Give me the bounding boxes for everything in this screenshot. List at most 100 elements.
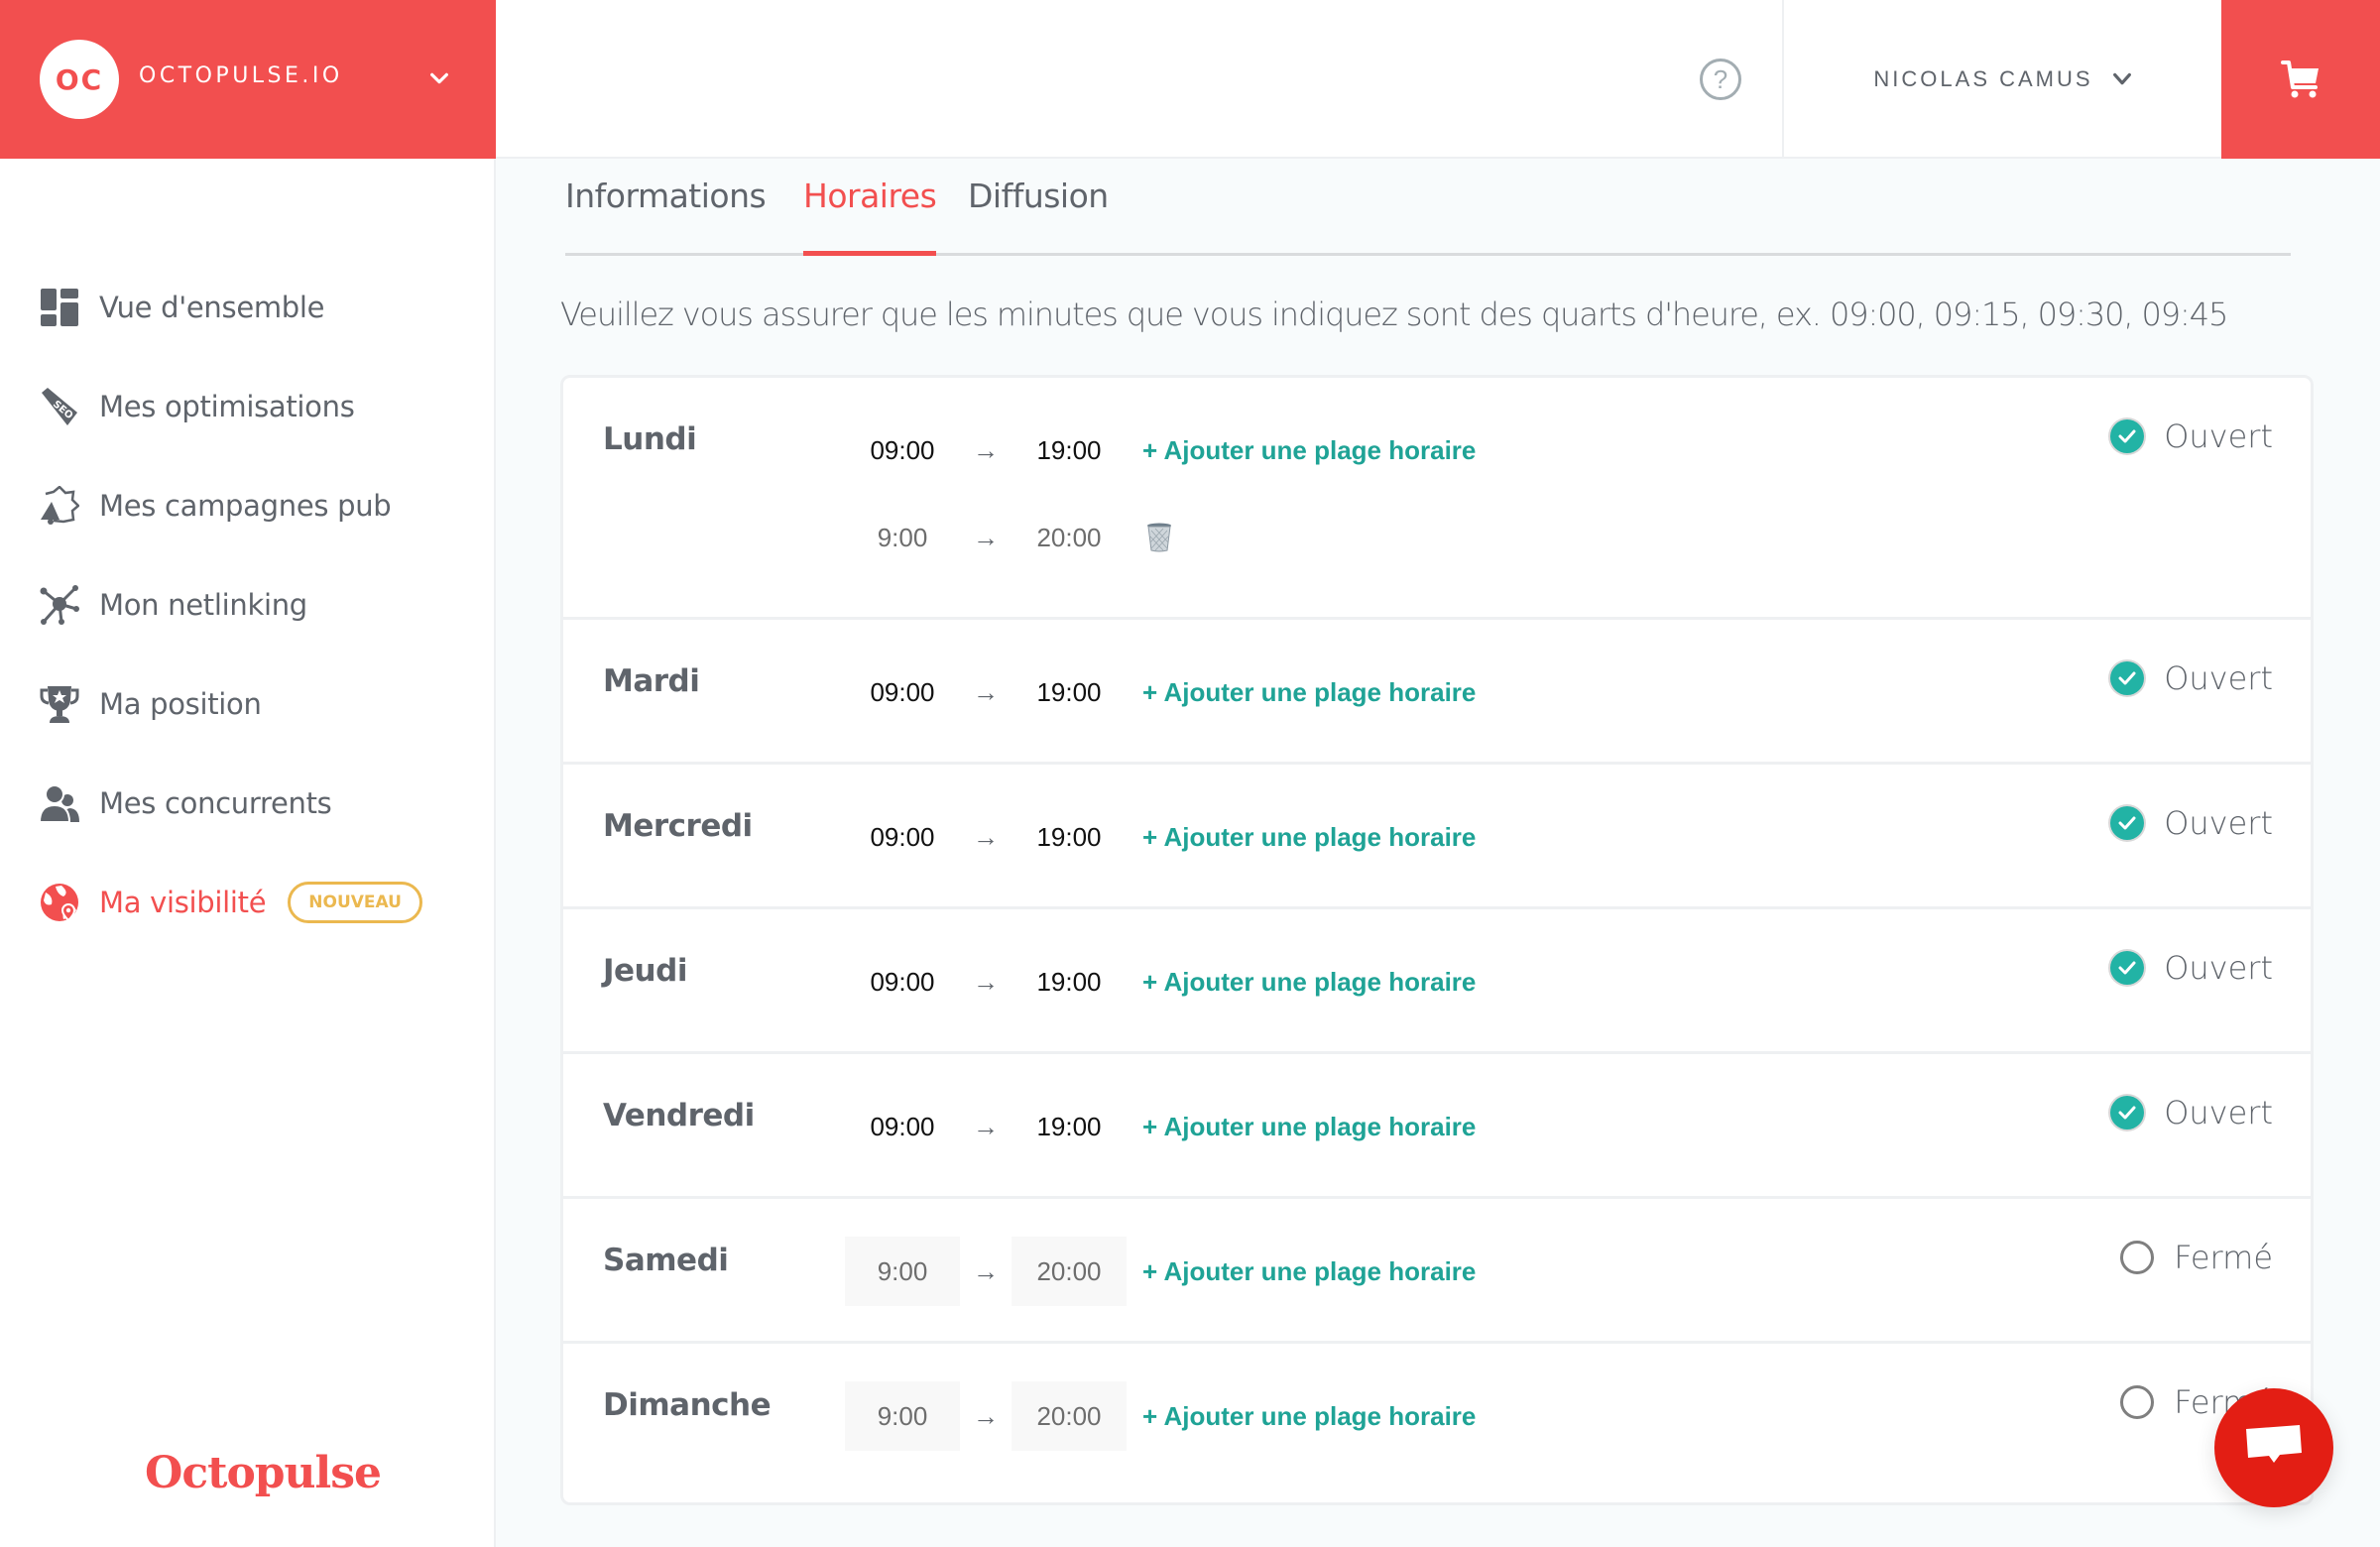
status-label: Ouvert bbox=[2164, 1094, 2273, 1131]
arrow-right-icon: → bbox=[973, 676, 999, 707]
open-toggle[interactable]: Ouvert bbox=[2110, 659, 2273, 697]
start-time-input[interactable]: 09:00 bbox=[845, 947, 960, 1016]
trophy-icon bbox=[40, 684, 79, 724]
chevron-down-icon bbox=[430, 72, 448, 84]
end-time-input[interactable]: 20:00 bbox=[1012, 1381, 1127, 1451]
end-time-input[interactable]: 19:00 bbox=[1012, 802, 1127, 872]
cart-icon bbox=[2281, 60, 2319, 98]
check-circle-icon bbox=[2110, 661, 2145, 695]
sidebar-item-overview[interactable]: Vue d'ensemble bbox=[40, 283, 325, 332]
chat-icon bbox=[2246, 1425, 2302, 1463]
status-label: Ouvert bbox=[2164, 659, 2273, 697]
time-slot: 09:00 → 19:00 + Ajouter une plage horaire bbox=[845, 1092, 1476, 1161]
status-label: Ouvert bbox=[2164, 417, 2273, 455]
day-row: Dimanche 9:00 → 20:00 + Ajouter une plage ho… bbox=[563, 1344, 2311, 1488]
closed-toggle[interactable]: Fermé bbox=[2120, 1239, 2273, 1276]
start-time-input[interactable]: 09:00 bbox=[845, 657, 960, 727]
tab-diffusion[interactable]: Diffusion bbox=[968, 177, 1109, 256]
start-time-input[interactable]: 9:00 bbox=[845, 1381, 960, 1451]
trash-icon[interactable] bbox=[1146, 523, 1172, 552]
day-name: Dimanche bbox=[603, 1387, 772, 1423]
tab-informations[interactable]: Informations bbox=[565, 177, 767, 256]
end-time-input[interactable]: 19:00 bbox=[1012, 947, 1127, 1016]
chat-button[interactable] bbox=[2214, 1388, 2333, 1507]
sidebar-item-campaigns[interactable]: Mes campagnes pub bbox=[40, 481, 392, 531]
day-name: Vendredi bbox=[603, 1098, 755, 1133]
add-time-slot-link[interactable]: + Ajouter une plage horaire bbox=[1142, 967, 1476, 998]
sidebar-item-label: Mon netlinking bbox=[99, 588, 307, 622]
day-row: Lundi 09:00 → 19:00 + Ajouter une plage hora… bbox=[563, 378, 2311, 620]
seo-tag-icon: SEO bbox=[40, 387, 79, 426]
cart-button[interactable] bbox=[2221, 0, 2380, 159]
check-circle-icon bbox=[2110, 419, 2145, 453]
status-label: Fermé bbox=[2174, 1239, 2273, 1276]
tab-horaires[interactable]: Horaires bbox=[803, 177, 937, 256]
sidebar-item-label: Mes concurrents bbox=[99, 786, 332, 820]
open-toggle[interactable]: Ouvert bbox=[2110, 949, 2273, 987]
sidebar-item-competitors[interactable]: Mes concurrents bbox=[40, 778, 332, 828]
add-time-slot-link[interactable]: + Ajouter une plage horaire bbox=[1142, 435, 1476, 466]
check-circle-icon bbox=[2110, 951, 2145, 985]
day-row: Mercredi 09:00 → 19:00 + Ajouter une plage h… bbox=[563, 765, 2311, 909]
day-name: Mardi bbox=[603, 663, 700, 699]
end-time-input[interactable]: 20:00 bbox=[1012, 503, 1127, 572]
time-slot: 9:00 → 20:00 + Ajouter une plage horaire bbox=[845, 1381, 1476, 1451]
sidebar-item-position[interactable]: Ma position bbox=[40, 679, 262, 729]
status-label: Ouvert bbox=[2164, 949, 2273, 987]
sidebar-item-label: Mes campagnes pub bbox=[99, 489, 392, 523]
open-toggle[interactable]: Ouvert bbox=[2110, 804, 2273, 842]
globe-pin-icon bbox=[40, 883, 79, 922]
org-name: OCTOPULSE.IO bbox=[139, 63, 343, 88]
sidebar-item-label: Ma position bbox=[99, 687, 262, 721]
sidebar-item-visibility[interactable]: Ma visibilité NOUVEAU bbox=[40, 878, 422, 927]
open-toggle[interactable]: Ouvert bbox=[2110, 417, 2273, 455]
help-icon[interactable]: ? bbox=[1700, 59, 1741, 100]
end-time-input[interactable]: 19:00 bbox=[1012, 657, 1127, 727]
megaphone-icon bbox=[40, 486, 79, 526]
day-row: Samedi 9:00 → 20:00 + Ajouter une plage hora… bbox=[563, 1199, 2311, 1344]
start-time-input[interactable]: 9:00 bbox=[845, 1237, 960, 1306]
add-time-slot-link[interactable]: + Ajouter une plage horaire bbox=[1142, 1112, 1476, 1142]
dashboard-icon bbox=[40, 288, 79, 327]
header-divider bbox=[1782, 0, 1784, 159]
org-switcher[interactable]: OC OCTOPULSE.IO bbox=[0, 0, 496, 159]
opening-hours-card: Lundi 09:00 → 19:00 + Ajouter une plage hora… bbox=[560, 375, 2314, 1505]
time-slot: 09:00 → 19:00 + Ajouter une plage horaire bbox=[845, 947, 1476, 1016]
empty-circle-icon bbox=[2120, 1241, 2155, 1274]
time-slot: 09:00 → 19:00 + Ajouter une plage horaire bbox=[845, 802, 1476, 872]
time-slot: 9:00 → 20:00 bbox=[845, 503, 1172, 572]
check-circle-icon bbox=[2110, 1096, 2145, 1130]
arrow-right-icon: → bbox=[973, 522, 999, 552]
day-row: Vendredi 09:00 → 19:00 + Ajouter une plage h… bbox=[563, 1054, 2311, 1199]
start-time-input[interactable]: 09:00 bbox=[845, 416, 960, 485]
sidebar: Vue d'ensemble SEO Mes optimisations Mes… bbox=[0, 159, 496, 1547]
chevron-down-icon bbox=[2112, 72, 2131, 85]
sidebar-item-netlinking[interactable]: Mon netlinking bbox=[40, 580, 307, 630]
time-slot: 9:00 → 20:00 + Ajouter une plage horaire bbox=[845, 1237, 1476, 1306]
add-time-slot-link[interactable]: + Ajouter une plage horaire bbox=[1142, 1256, 1476, 1287]
add-time-slot-link[interactable]: + Ajouter une plage horaire bbox=[1142, 1401, 1476, 1432]
arrow-right-icon: → bbox=[973, 1255, 999, 1286]
sidebar-item-optimisations[interactable]: SEO Mes optimisations bbox=[40, 382, 355, 431]
end-time-input[interactable]: 19:00 bbox=[1012, 1092, 1127, 1161]
end-time-input[interactable]: 20:00 bbox=[1012, 1237, 1127, 1306]
start-time-input[interactable]: 09:00 bbox=[845, 802, 960, 872]
arrow-right-icon: → bbox=[973, 966, 999, 997]
add-time-slot-link[interactable]: + Ajouter une plage horaire bbox=[1142, 677, 1476, 708]
sidebar-item-label: Mes optimisations bbox=[99, 390, 355, 423]
start-time-input[interactable]: 9:00 bbox=[845, 503, 960, 572]
empty-circle-icon bbox=[2120, 1385, 2155, 1419]
arrow-right-icon: → bbox=[973, 1111, 999, 1141]
open-toggle[interactable]: Ouvert bbox=[2110, 1094, 2273, 1131]
user-menu[interactable]: NICOLAS CAMUS bbox=[1785, 0, 2221, 159]
status-label: Ouvert bbox=[2164, 804, 2273, 842]
users-icon bbox=[40, 783, 79, 823]
new-badge: NOUVEAU bbox=[288, 882, 422, 923]
end-time-input[interactable]: 19:00 bbox=[1012, 416, 1127, 485]
day-row: Mardi 09:00 → 19:00 + Ajouter une plage hora… bbox=[563, 620, 2311, 765]
add-time-slot-link[interactable]: + Ajouter une plage horaire bbox=[1142, 822, 1476, 853]
day-row: Jeudi 09:00 → 19:00 + Ajouter une plage hora… bbox=[563, 909, 2311, 1054]
start-time-input[interactable]: 09:00 bbox=[845, 1092, 960, 1161]
day-name: Mercredi bbox=[603, 808, 753, 844]
user-name: NICOLAS CAMUS bbox=[1873, 66, 2093, 91]
